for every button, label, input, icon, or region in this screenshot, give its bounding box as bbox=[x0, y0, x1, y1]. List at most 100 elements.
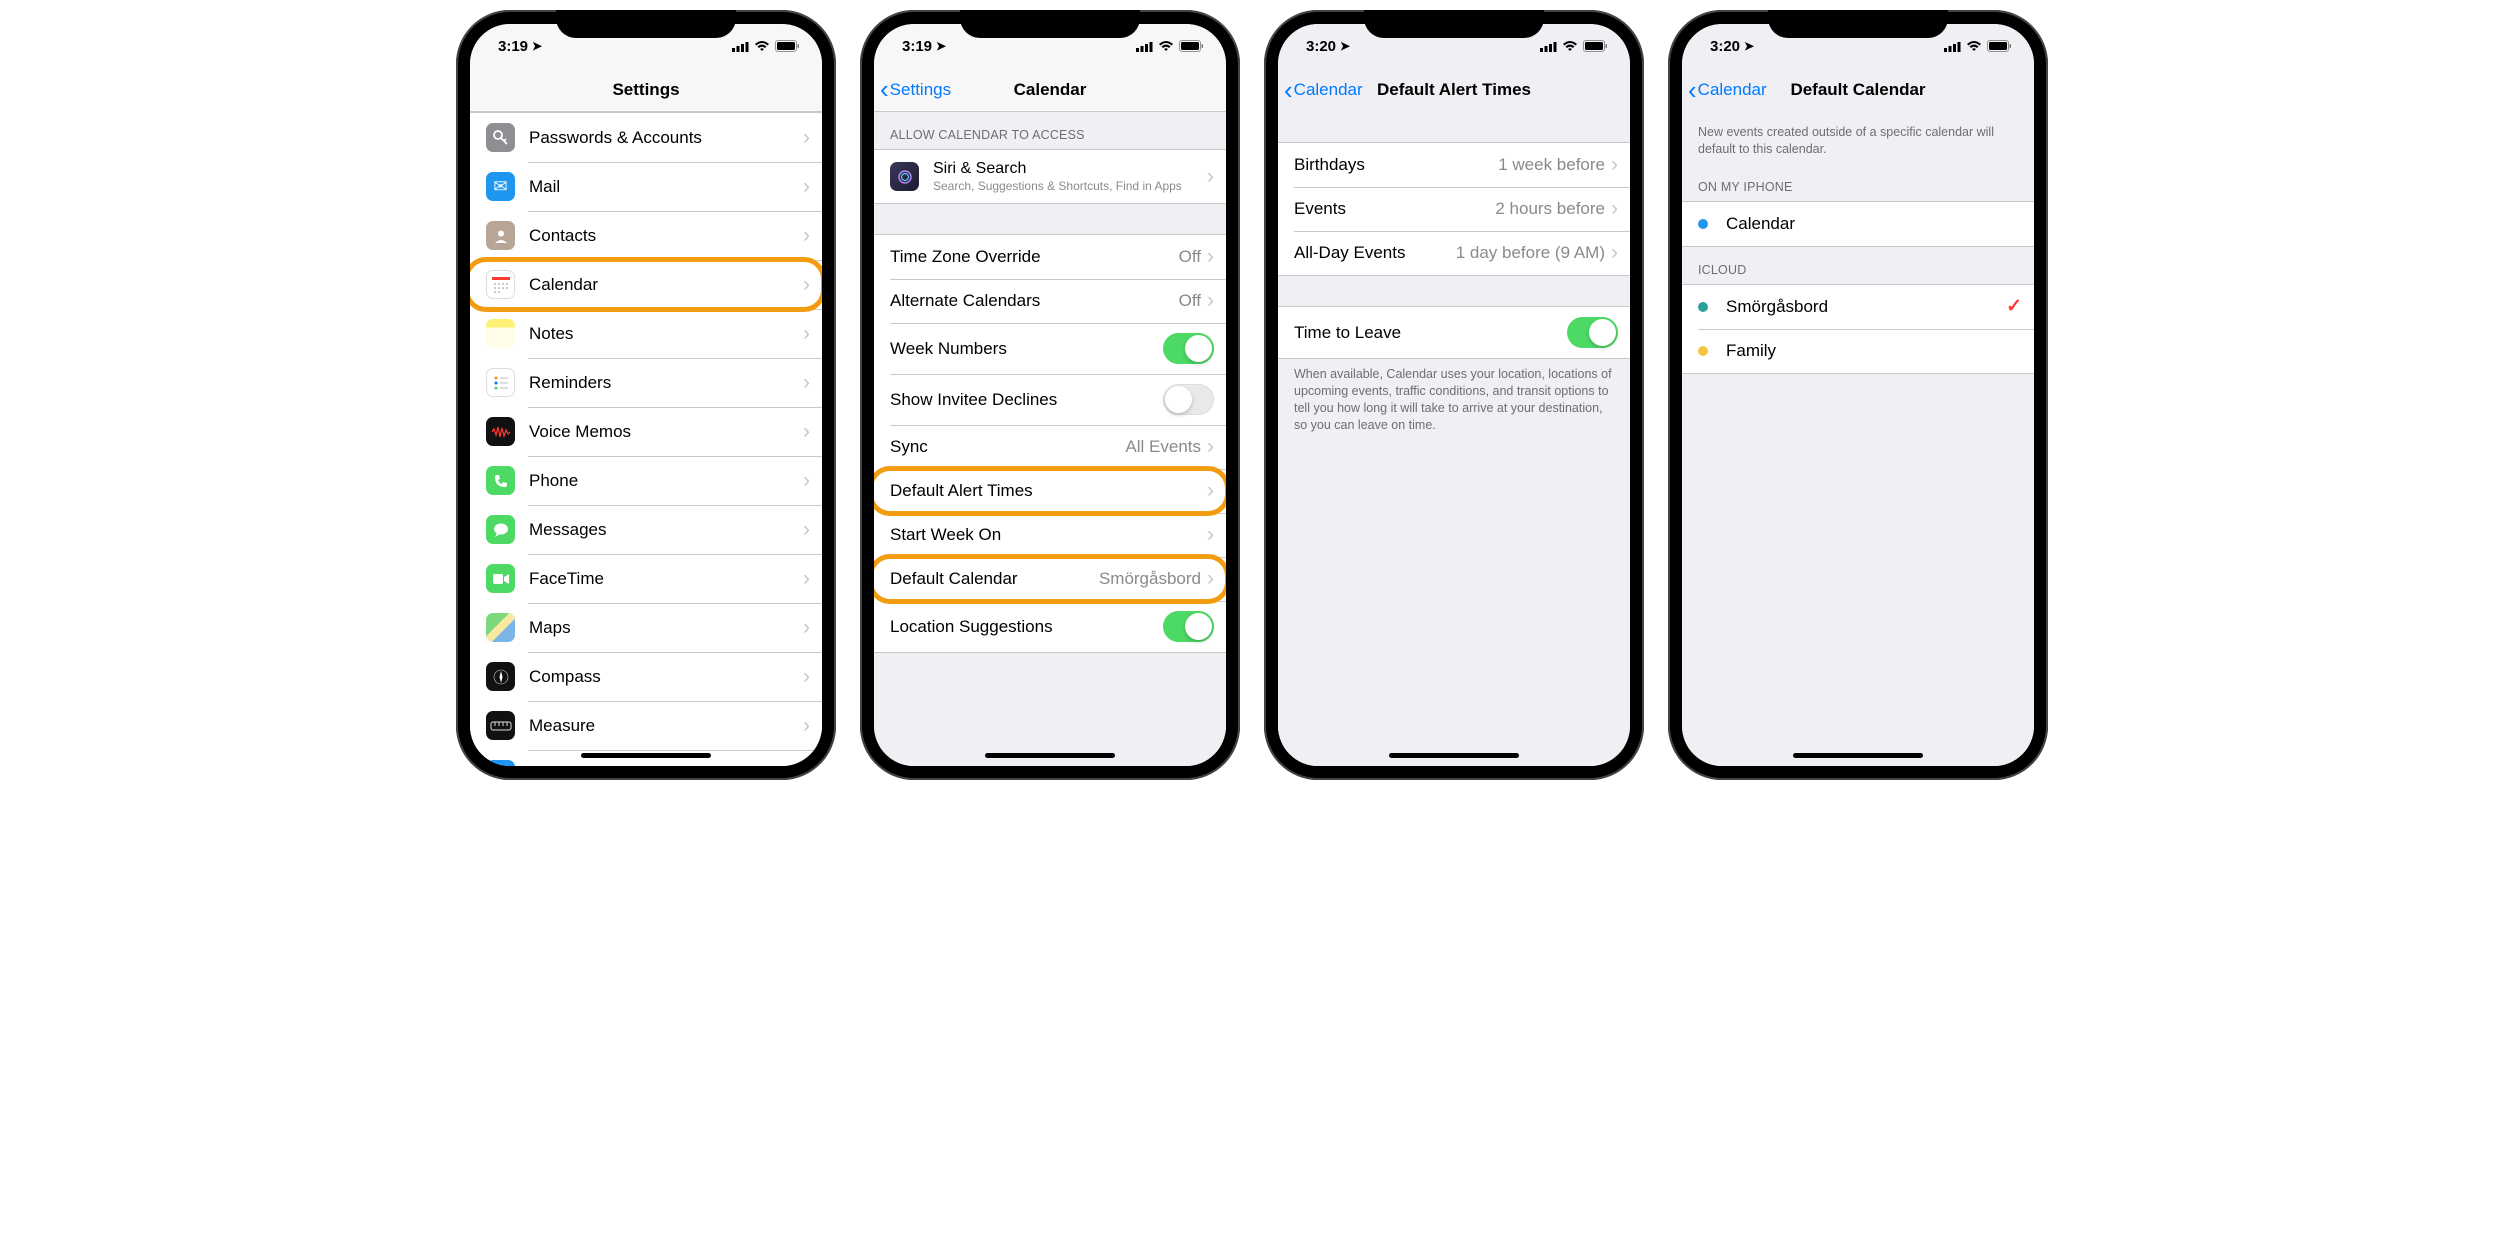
alternate-calendars-row[interactable]: Alternate Calendars Off › bbox=[874, 279, 1226, 323]
section-header: ICLOUD bbox=[1682, 247, 2034, 284]
default-calendar-row[interactable]: Default Calendar Smörgåsbord › bbox=[874, 557, 1226, 601]
settings-row-reminders[interactable]: Reminders › bbox=[470, 358, 822, 407]
row-label: Phone bbox=[529, 471, 803, 491]
row-value: 1 week before bbox=[1498, 155, 1605, 175]
birthdays-row[interactable]: Birthdays 1 week before › bbox=[1278, 143, 1630, 187]
chevron-icon: › bbox=[803, 322, 810, 346]
row-label: Contacts bbox=[529, 226, 803, 246]
chevron-icon: › bbox=[1207, 289, 1214, 313]
chevron-icon: › bbox=[803, 665, 810, 689]
chevron-icon: › bbox=[803, 469, 810, 493]
row-label: Sync bbox=[890, 437, 1125, 457]
settings-row-voice-memos[interactable]: Voice Memos › bbox=[470, 407, 822, 456]
back-button[interactable]: ‹ Calendar bbox=[1688, 75, 1767, 106]
row-label: Passwords & Accounts bbox=[529, 128, 803, 148]
settings-row-phone[interactable]: Phone › bbox=[470, 456, 822, 505]
settings-row-passwords[interactable]: Passwords & Accounts › bbox=[470, 113, 822, 162]
siri-search-row[interactable]: Siri & Search Search, Suggestions & Shor… bbox=[874, 150, 1226, 203]
location-suggestions-row: Location Suggestions bbox=[874, 601, 1226, 652]
invitee-declines-toggle[interactable] bbox=[1163, 384, 1214, 415]
dot-icon bbox=[1698, 219, 1708, 229]
settings-row-maps[interactable]: Maps › bbox=[470, 603, 822, 652]
row-value: Off bbox=[1179, 291, 1201, 311]
battery-icon bbox=[775, 40, 800, 52]
back-button[interactable]: ‹ Calendar bbox=[1284, 75, 1363, 106]
home-indicator[interactable] bbox=[1793, 753, 1923, 758]
chevron-icon: › bbox=[803, 273, 810, 297]
settings-row-contacts[interactable]: Contacts › bbox=[470, 211, 822, 260]
home-indicator[interactable] bbox=[1389, 753, 1519, 758]
calendar-option-smorgasbord[interactable]: Smörgåsbord ✓ bbox=[1682, 285, 2034, 329]
facetime-icon bbox=[486, 564, 515, 593]
chevron-icon: › bbox=[803, 567, 810, 591]
row-label: Start Week On bbox=[890, 525, 1207, 545]
nav-bar: Settings bbox=[470, 68, 822, 112]
calendar-option-local[interactable]: Calendar bbox=[1682, 202, 2034, 246]
settings-row-facetime[interactable]: FaceTime › bbox=[470, 554, 822, 603]
time-to-leave-toggle[interactable] bbox=[1567, 317, 1618, 348]
week-numbers-toggle[interactable] bbox=[1163, 333, 1214, 364]
calendar-option-family[interactable]: Family bbox=[1682, 329, 2034, 373]
status-icons bbox=[1944, 40, 2012, 52]
chevron-back-icon: ‹ bbox=[1284, 75, 1293, 106]
calendar-icon bbox=[486, 270, 515, 299]
row-subtitle: Search, Suggestions & Shortcuts, Find in… bbox=[933, 179, 1207, 193]
show-invitee-declines-row: Show Invitee Declines bbox=[874, 374, 1226, 425]
row-label: Show Invitee Declines bbox=[890, 390, 1163, 410]
back-label: Settings bbox=[890, 80, 951, 100]
home-indicator[interactable] bbox=[985, 753, 1115, 758]
settings-row-notes[interactable]: Notes › bbox=[470, 309, 822, 358]
row-label: Mail bbox=[529, 177, 803, 197]
row-label: Default Calendar bbox=[890, 569, 1099, 589]
all-day-events-row[interactable]: All-Day Events 1 day before (9 AM) › bbox=[1278, 231, 1630, 275]
settings-row-measure[interactable]: Measure › bbox=[470, 701, 822, 750]
page-title: Default Alert Times bbox=[1377, 80, 1531, 100]
nav-bar: ‹ Calendar Default Alert Times bbox=[1278, 68, 1630, 112]
siri-icon bbox=[890, 162, 919, 191]
home-indicator[interactable] bbox=[581, 753, 711, 758]
status-time: 3:20 bbox=[1306, 38, 1336, 55]
settings-row-calendar[interactable]: Calendar › bbox=[470, 260, 822, 309]
back-label: Calendar bbox=[1698, 80, 1767, 100]
time-zone-override-row[interactable]: Time Zone Override Off › bbox=[874, 235, 1226, 279]
location-suggestions-toggle[interactable] bbox=[1163, 611, 1214, 642]
row-label: Maps bbox=[529, 618, 803, 638]
safari-icon bbox=[486, 760, 515, 766]
status-icons bbox=[732, 40, 800, 52]
page-title: Settings bbox=[612, 80, 679, 100]
wifi-icon bbox=[754, 40, 770, 52]
header-description: New events created outside of a specific… bbox=[1682, 112, 2034, 164]
contacts-icon bbox=[486, 221, 515, 250]
row-label: Calendar bbox=[529, 275, 803, 295]
chevron-icon: › bbox=[803, 763, 810, 767]
section-header: ON MY IPHONE bbox=[1682, 164, 2034, 201]
row-label: Events bbox=[1294, 199, 1495, 219]
row-label: Messages bbox=[529, 520, 803, 540]
row-label: Notes bbox=[529, 324, 803, 344]
chevron-back-icon: ‹ bbox=[880, 74, 889, 105]
row-label: Birthdays bbox=[1294, 155, 1498, 175]
chevron-icon: › bbox=[1207, 245, 1214, 269]
start-week-on-row[interactable]: Start Week On › bbox=[874, 513, 1226, 557]
row-value: Off bbox=[1179, 247, 1201, 267]
events-row[interactable]: Events 2 hours before › bbox=[1278, 187, 1630, 231]
sync-row[interactable]: Sync All Events › bbox=[874, 425, 1226, 469]
settings-row-mail[interactable]: ✉︎ Mail › bbox=[470, 162, 822, 211]
chevron-icon: › bbox=[1207, 479, 1214, 503]
row-label: Siri & Search bbox=[933, 160, 1207, 178]
settings-row-messages[interactable]: Messages › bbox=[470, 505, 822, 554]
settings-row-compass[interactable]: Compass › bbox=[470, 652, 822, 701]
row-label: Voice Memos bbox=[529, 422, 803, 442]
section-header: ALLOW CALENDAR TO ACCESS bbox=[874, 112, 1226, 149]
phone-frame-4: 3:20 ➤ ‹ Calendar Default Calendar New e… bbox=[1668, 10, 2048, 780]
chevron-icon: › bbox=[803, 518, 810, 542]
back-button[interactable]: ‹ Settings bbox=[880, 74, 951, 105]
notes-icon bbox=[486, 319, 515, 348]
row-label: Family bbox=[1726, 341, 2022, 361]
chevron-icon: › bbox=[803, 371, 810, 395]
row-label: Location Suggestions bbox=[890, 617, 1163, 637]
default-alert-times-row[interactable]: Default Alert Times › bbox=[874, 469, 1226, 513]
voice-memos-icon bbox=[486, 417, 515, 446]
back-label: Calendar bbox=[1294, 80, 1363, 100]
notch bbox=[556, 10, 736, 38]
